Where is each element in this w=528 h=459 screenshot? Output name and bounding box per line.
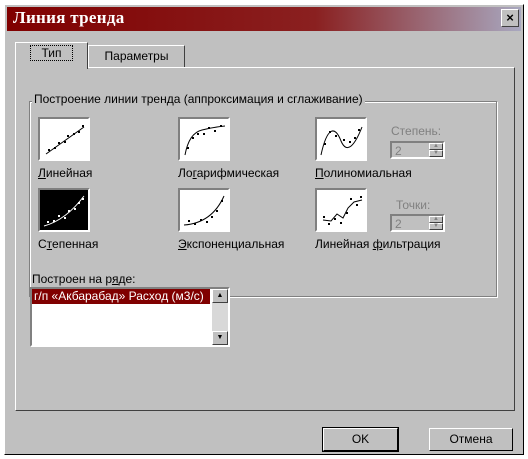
tab-parameters-label: Параметры <box>104 49 169 63</box>
degree-up-arrow-icon[interactable]: ▲ <box>429 143 443 150</box>
points-spinner[interactable]: 2 ▲ ▼ <box>390 214 445 232</box>
power-trend-tile[interactable] <box>38 188 90 232</box>
series-scrollbar[interactable]: ▲ ▼ <box>212 289 228 345</box>
linear-trend-icon <box>45 125 85 155</box>
linear-trend-label[interactable]: Линейная <box>38 166 92 180</box>
title-bar[interactable]: Линия тренда × <box>7 7 521 31</box>
series-list-item[interactable]: г/п «Акбарабад» Расход (м3/с) <box>32 289 210 304</box>
log-post: арифмическая <box>196 166 280 180</box>
scroll-down-arrow-icon[interactable]: ▼ <box>212 331 228 345</box>
polynomial-trend-label[interactable]: Полиномиальная <box>315 166 412 180</box>
logarithmic-trend-label[interactable]: Логарифмическая <box>178 166 279 180</box>
degree-label: Степень: <box>391 124 442 138</box>
power-pre: С <box>38 237 47 251</box>
log-pre: Ло <box>178 166 193 180</box>
series-label-post: де: <box>118 272 136 286</box>
exp-accel: Э <box>178 237 187 251</box>
power-post: епенная <box>52 237 99 251</box>
type-tab-panel: Построение линии тренда (аппроксимация и… <box>15 67 515 411</box>
linear-post: инейная <box>45 166 93 180</box>
ma-post: ильтрация <box>382 237 441 251</box>
degree-down-arrow-icon[interactable]: ▼ <box>429 150 443 157</box>
tab-type-label: Тип <box>30 45 73 61</box>
ma-accel: ф <box>372 237 383 251</box>
degree-arrows: ▲ ▼ <box>429 143 443 157</box>
ma-pre: Линейная <box>315 237 373 251</box>
series-label-pre: Построен на р <box>32 272 112 286</box>
series-listbox[interactable]: г/п «Акбарабад» Расход (м3/с) ▲ ▼ <box>30 287 230 347</box>
points-down-arrow-icon[interactable]: ▼ <box>429 223 443 230</box>
moving-average-trend-tile[interactable] <box>315 188 367 232</box>
points-arrows: ▲ ▼ <box>429 216 443 230</box>
ok-button[interactable]: OK <box>322 427 399 452</box>
group-title: Построение линии тренда (аппроксимация и… <box>32 92 365 106</box>
poly-post: олиномиальная <box>323 166 412 180</box>
cancel-button[interactable]: Отмена <box>429 428 513 451</box>
window-title: Линия тренда <box>13 8 125 27</box>
poly-accel: П <box>315 166 324 180</box>
points-label: Точки: <box>396 198 431 212</box>
tab-parameters[interactable]: Параметры <box>88 45 185 67</box>
exponential-trend-icon <box>183 195 225 226</box>
polynomial-trend-tile[interactable] <box>315 117 367 161</box>
exp-post: кспоненциальная <box>186 237 285 251</box>
degree-spinner[interactable]: 2 ▲ ▼ <box>390 141 445 159</box>
degree-value: 2 <box>395 144 402 158</box>
logarithmic-trend-tile[interactable] <box>178 117 230 161</box>
power-trend-label[interactable]: Степенная <box>38 237 98 251</box>
moving-average-trend-label[interactable]: Линейная фильтрация <box>315 237 441 251</box>
exponential-trend-tile[interactable] <box>178 188 230 232</box>
exponential-trend-label[interactable]: Экспоненциальная <box>178 237 284 251</box>
power-trend-icon <box>43 195 85 227</box>
series-label: Построен на ряде: <box>32 272 135 286</box>
close-button[interactable]: × <box>501 9 519 27</box>
trendline-dialog: Линия тренда × Тип Параметры Построение … <box>4 4 524 455</box>
logarithmic-trend-icon <box>184 125 226 156</box>
linear-trend-tile[interactable] <box>38 117 90 161</box>
polynomial-trend-icon <box>320 126 363 156</box>
scroll-up-arrow-icon[interactable]: ▲ <box>212 289 228 303</box>
points-value: 2 <box>395 217 402 231</box>
tab-type[interactable]: Тип <box>15 42 88 69</box>
points-up-arrow-icon[interactable]: ▲ <box>429 216 443 223</box>
linear-accel: Л <box>38 166 46 180</box>
moving-average-trend-icon <box>322 196 363 225</box>
